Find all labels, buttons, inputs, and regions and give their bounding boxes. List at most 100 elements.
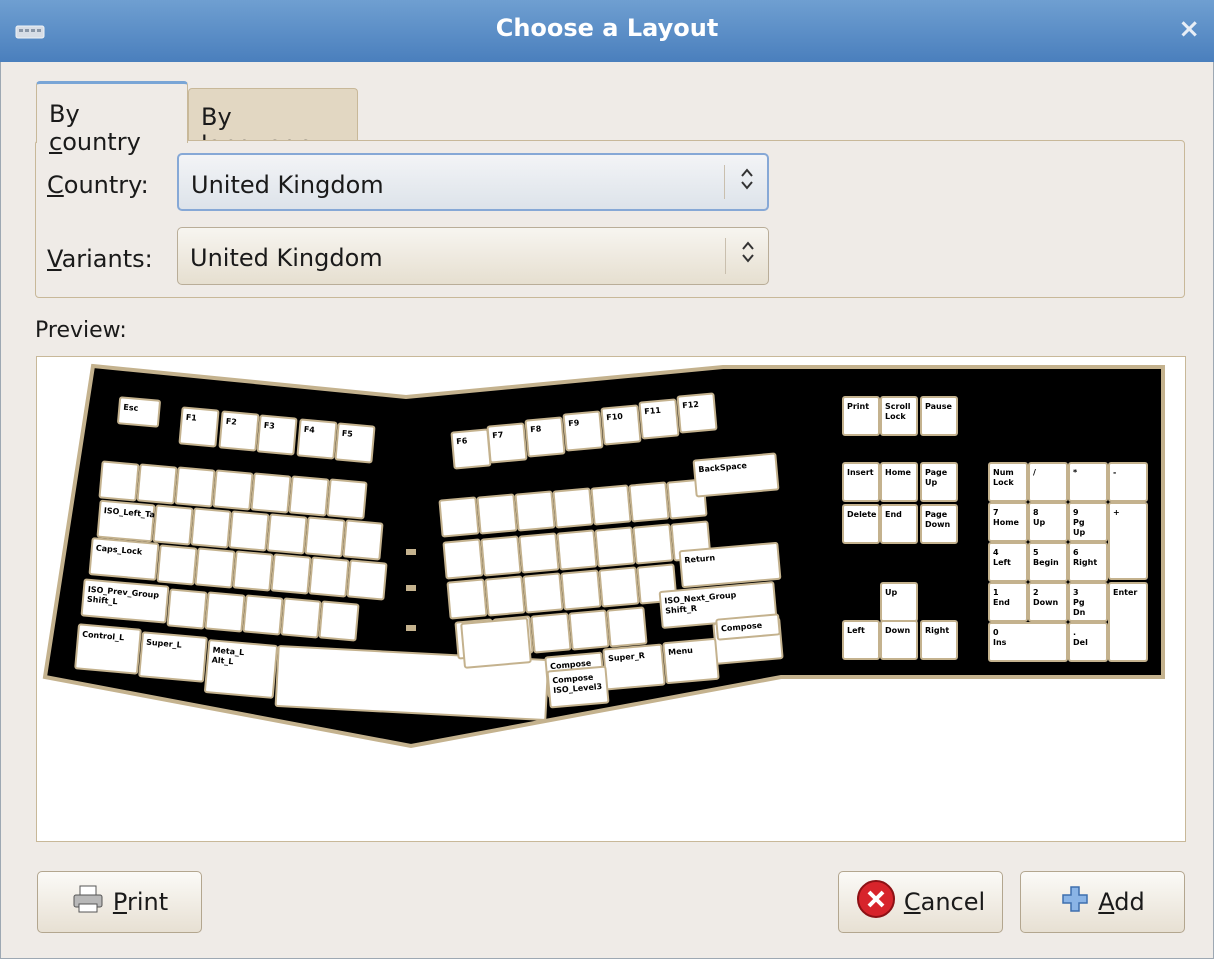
keyboard-key: Down — [880, 620, 918, 660]
country-label: Country: — [47, 171, 149, 199]
keyboard-key-label: Home — [885, 468, 912, 477]
keyboard-key: F7 — [486, 422, 528, 464]
led-indicator — [406, 549, 416, 555]
cancel-button[interactable]: Cancel — [838, 871, 1003, 933]
keyboard-key: * — [1068, 462, 1108, 502]
keyboard-key-label: Lock — [993, 478, 1014, 487]
keyboard-key: F5 — [334, 422, 376, 464]
keyboard-key-label: End — [885, 510, 902, 519]
keyboard-key: F12 — [676, 392, 718, 434]
keyboard-key — [166, 588, 208, 630]
keyboard-key-label: Ins — [993, 638, 1007, 647]
keyboard-key — [212, 469, 254, 511]
keyboard-key: Super_R — [602, 643, 666, 691]
keyboard-key: Menu — [662, 637, 720, 685]
combo-separator — [725, 238, 726, 274]
keyboard-key-label: Num — [993, 468, 1014, 477]
keyboard-key — [530, 612, 572, 654]
keyboard-key: F3 — [256, 414, 298, 456]
keyboard-key: F4 — [296, 418, 338, 460]
print-mnemonic: P — [112, 888, 127, 916]
keyboard-key-label: Left — [993, 558, 1011, 567]
keyboard-key-label: End — [993, 598, 1010, 607]
add-button[interactable]: Add — [1020, 871, 1185, 933]
keyboard-key-label: Delete — [847, 510, 877, 519]
keyboard-key: F11 — [638, 398, 680, 440]
keyboard-key-label: F3 — [263, 421, 275, 431]
print-label: rint — [126, 888, 169, 916]
keyboard-key — [606, 606, 648, 648]
variants-label: Variants: — [47, 245, 153, 273]
keyboard-key-label: F4 — [303, 425, 315, 435]
keyboard-key-label: Home — [993, 518, 1020, 527]
keyboard-key — [318, 600, 360, 642]
keyboard-key: Super_L — [138, 631, 208, 683]
keyboard-key-label: F1 — [185, 413, 197, 423]
keyboard-key-label: 8 — [1033, 508, 1039, 517]
keyboard-key-label: Page — [925, 468, 948, 477]
keyboard-key: 1End — [988, 582, 1028, 622]
keyboard-key — [204, 591, 246, 633]
keyboard-key: Left — [842, 620, 880, 660]
keyboard-key — [232, 550, 274, 592]
keyboard-key — [152, 504, 194, 546]
keyboard-key-label: 1 — [993, 588, 999, 597]
keyboard-key-label: 5 — [1033, 548, 1039, 557]
keyboard-key-label: F2 — [225, 417, 237, 427]
keyboard-key-label: Up — [885, 588, 897, 597]
keyboard-numpad-keys: NumLock/* -7Home8Up9PgUp+4Left5Begin6Righ… — [988, 462, 1148, 662]
keyboard-key-label: Pg — [1073, 598, 1085, 607]
print-button[interactable]: Print — [37, 871, 202, 933]
keyboard-key: 4Left — [988, 542, 1028, 582]
keyboard-key-label: Up — [925, 478, 937, 487]
keyboard-key: 8Up — [1028, 502, 1068, 542]
led-indicator — [406, 585, 416, 591]
keyboard-key: ISO_Prev_GroupShift_L — [80, 578, 170, 624]
keyboard-key — [518, 532, 560, 574]
keyboard-key-label: / — [1033, 468, 1036, 477]
keyboard-key-label: Print — [847, 402, 869, 411]
keyboard-key: Delete — [842, 504, 880, 544]
keyboard-key: BackSpace — [692, 452, 780, 498]
cancel-icon — [856, 879, 896, 925]
tab-by-language[interactable]: By language — [188, 88, 358, 159]
keyboard-key: / — [1028, 462, 1068, 502]
keyboard-key — [522, 572, 564, 614]
keyboard-key — [194, 547, 236, 589]
keyboard-key-label: Esc — [123, 403, 139, 413]
keyboard-key-label: Left — [847, 626, 865, 635]
keyboard-key-label: Down — [885, 626, 911, 635]
keyboard-key-label: 2 — [1033, 588, 1039, 597]
keyboard-key: PageUp — [920, 462, 958, 502]
keyboard-key — [446, 578, 488, 620]
keyboard-key — [442, 538, 484, 580]
keyboard-key — [280, 597, 322, 639]
tab-by-country[interactable]: By country — [36, 81, 188, 156]
country-combo[interactable]: United Kingdom — [177, 153, 769, 211]
keyboard-key-label: Right — [1073, 558, 1097, 567]
keyboard-key: PageDown — [920, 504, 958, 544]
keyboard-key-label: F12 — [682, 400, 699, 410]
keyboard-key — [590, 484, 632, 526]
keyboard-key: ScrollLock — [880, 396, 918, 436]
add-mnemonic: A — [1098, 888, 1115, 916]
title-bar[interactable]: Choose a Layout × — [0, 0, 1214, 63]
keyboard-key: .Del — [1068, 622, 1108, 662]
keyboard-key-label: Pause — [925, 402, 953, 411]
close-icon[interactable]: × — [1178, 14, 1200, 44]
keyboard-key: F9 — [562, 410, 604, 452]
variants-combo[interactable]: United Kingdom — [177, 227, 769, 285]
keyboard-key-label: Begin — [1033, 558, 1059, 567]
tab-label-post: ountry — [62, 128, 141, 156]
preview-label: Preview: — [35, 318, 127, 343]
keyboard-key — [476, 493, 518, 535]
keyboard-key-label: Enter — [1113, 588, 1137, 597]
plus-icon — [1060, 884, 1090, 920]
combo-separator — [724, 165, 725, 199]
keyboard-key: ISO_Left_Tab — [96, 499, 161, 543]
keyboard-key: Return — [678, 541, 782, 589]
keyboard-key-label: Del — [1073, 638, 1088, 647]
keyboard-key-label: 7 — [993, 508, 999, 517]
keyboard-key — [514, 490, 556, 532]
keyboard-key: Caps_Lock — [88, 537, 160, 581]
